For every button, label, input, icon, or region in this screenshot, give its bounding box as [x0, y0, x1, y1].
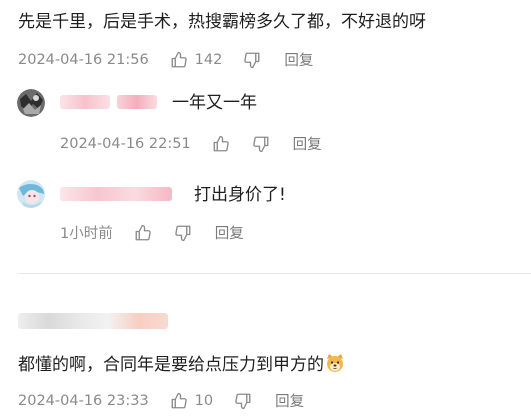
thumbs-up-icon[interactable] [169, 50, 189, 70]
comment-meta: 2024-04-16 21:56 142 回复 [18, 49, 313, 70]
username-redacted[interactable] [117, 95, 157, 109]
comment-divider [18, 273, 531, 274]
comment-text: 先是千里，后是手术，热搜霸榜多久了都，不好退的呀 [18, 12, 426, 32]
thumbs-up-icon[interactable] [133, 223, 153, 243]
thumbs-down-icon[interactable] [251, 134, 271, 154]
like-count: 10 [194, 392, 214, 409]
dog-face-emoji [325, 353, 345, 373]
thumbs-down-icon[interactable] [173, 223, 193, 243]
username-redacted[interactable] [60, 187, 172, 201]
reply-meta: 2024-04-16 22:51 回复 [60, 133, 322, 154]
reply-button[interactable]: 回复 [275, 390, 304, 411]
comment-timestamp: 2024-04-16 23:33 [18, 392, 149, 409]
reply-button[interactable]: 回复 [293, 133, 322, 154]
username-redacted[interactable] [18, 313, 168, 329]
reply-text: 打出身价了! [194, 185, 286, 205]
reply-timestamp: 2024-04-16 22:51 [60, 135, 191, 152]
avatar[interactable] [17, 89, 45, 117]
reply-meta: 1小时前 回复 [60, 222, 244, 243]
like-count: 142 [194, 51, 223, 68]
comment-text: 都懂的啊，合同年是要给点压力到甲方的 [18, 353, 345, 377]
thumbs-down-icon[interactable] [242, 50, 262, 70]
comment-meta: 2024-04-16 23:33 10 回复 [18, 390, 304, 411]
thumbs-up-icon[interactable] [169, 391, 189, 411]
username-redacted[interactable] [60, 95, 110, 109]
reply-button[interactable]: 回复 [215, 222, 244, 243]
avatar[interactable] [17, 180, 45, 208]
reply-timestamp: 1小时前 [60, 226, 113, 242]
thumbs-up-icon[interactable] [211, 134, 231, 154]
reply-button[interactable]: 回复 [284, 49, 313, 70]
comment-timestamp: 2024-04-16 21:56 [18, 51, 149, 68]
reply-text: 一年又一年 [172, 93, 257, 113]
thumbs-down-icon[interactable] [233, 391, 253, 411]
